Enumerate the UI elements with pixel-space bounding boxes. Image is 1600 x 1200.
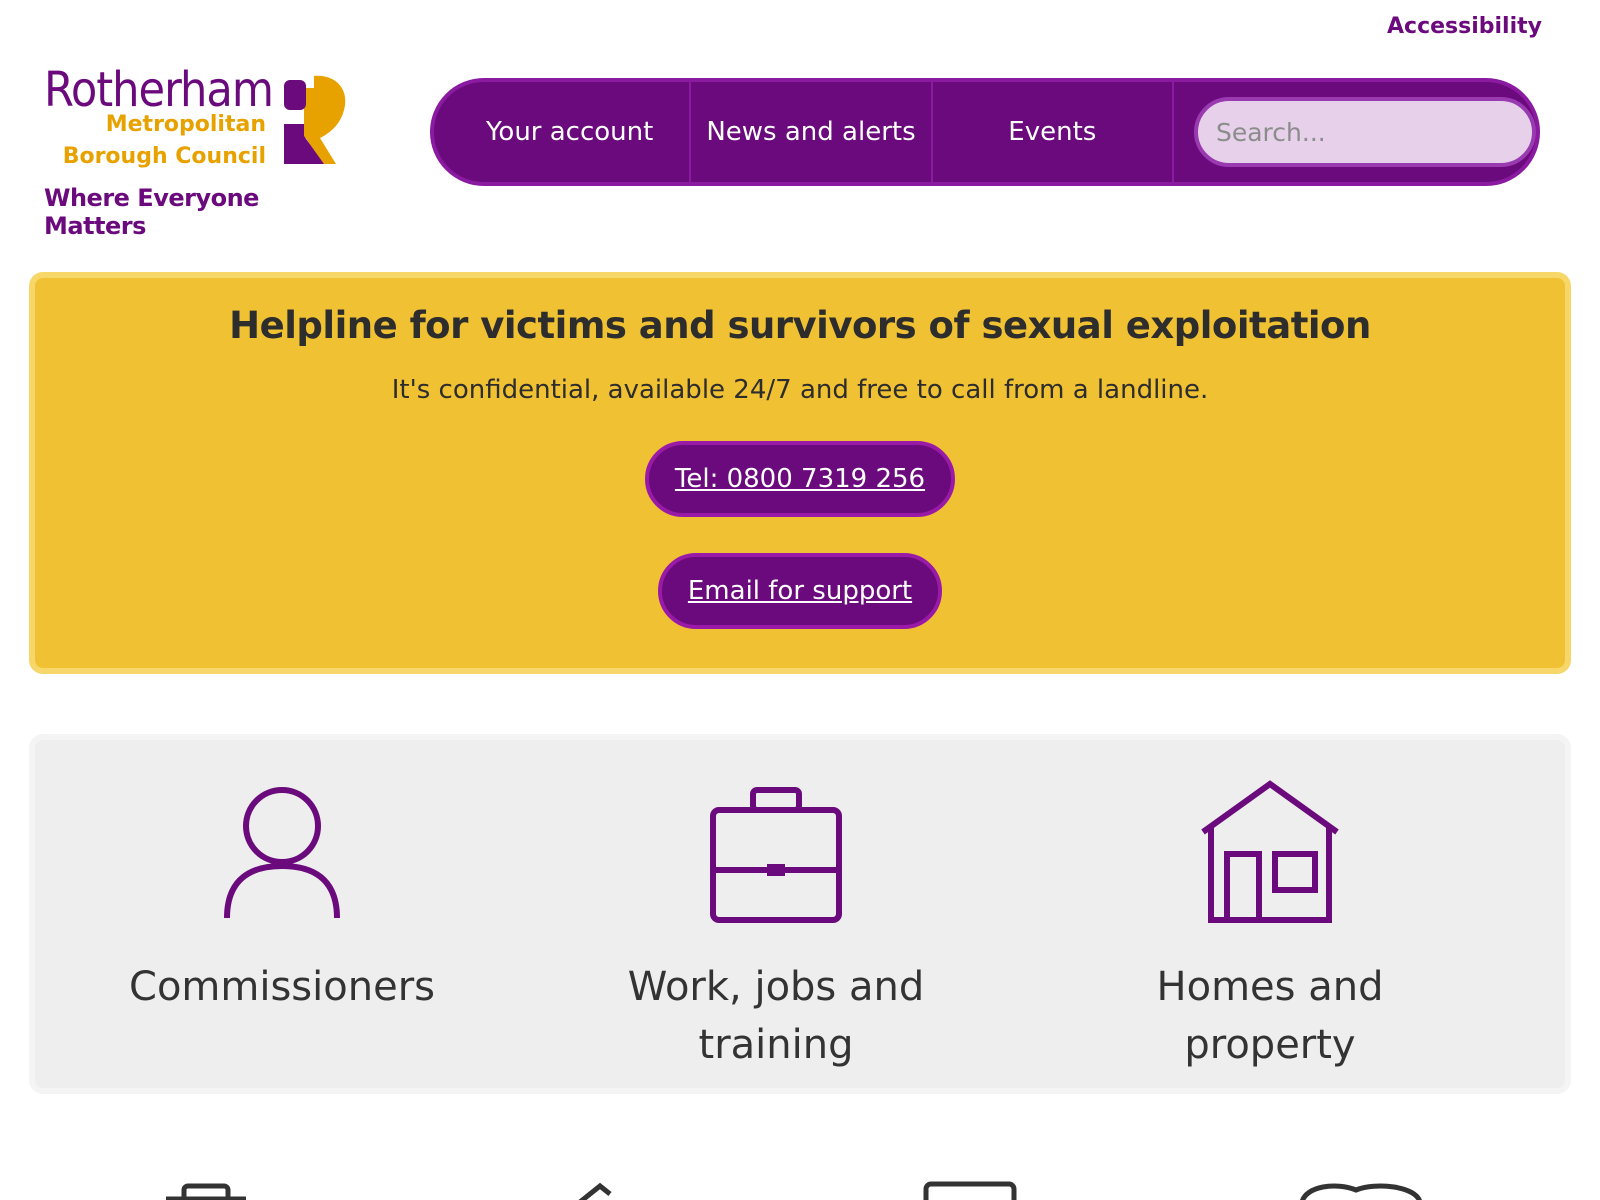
tile-commissioners[interactable]: Commissioners [35, 740, 529, 1088]
glasses-icon [1300, 1183, 1422, 1200]
logo-tagline: Where Everyone Matters [44, 184, 259, 240]
person-icon [224, 787, 340, 919]
clipboard-icon [166, 1183, 246, 1200]
search-box [1193, 97, 1536, 167]
email-support-button[interactable]: Email for support [657, 553, 943, 629]
nav-events[interactable]: Events [933, 82, 1174, 182]
logo-line-borough-council: Borough Council [62, 144, 266, 169]
briefcase-icon [710, 787, 842, 923]
council-logo[interactable]: Rotherham Metropolitan Borough Council W… [44, 62, 364, 240]
next-row-icons [0, 1180, 1600, 1200]
nav-your-account[interactable]: Your account [450, 82, 692, 182]
house-icon [1201, 780, 1339, 923]
tile-label: Commissioners [129, 964, 435, 1010]
pencil-icon [578, 1182, 612, 1200]
r-logo-mark-icon [284, 75, 346, 164]
monitor-icon [923, 1181, 1017, 1200]
logo-line-rotherham: Rotherham [44, 62, 274, 118]
tel-button[interactable]: Tel: 0800 7319 256 [644, 441, 956, 517]
accessibility-link[interactable]: Accessibility [1387, 14, 1542, 39]
tile-label: Homes and property [1156, 964, 1384, 1068]
logo-line-metropolitan: Metropolitan [105, 112, 266, 137]
nav-news-and-alerts[interactable]: News and alerts [691, 82, 933, 182]
service-tiles: Commissioners Work, jobs and training Ho… [29, 734, 1571, 1094]
tile-homes-property[interactable]: Homes and property [1023, 740, 1517, 1088]
search-input[interactable] [1215, 117, 1533, 147]
tile-label: Work, jobs and training [627, 964, 925, 1068]
main-navigation: Your account News and alerts Events [430, 78, 1540, 186]
helpline-alert: Helpline for victims and survivors of se… [29, 272, 1571, 674]
alert-body: It's confidential, available 24/7 and fr… [391, 375, 1209, 405]
alert-title: Helpline for victims and survivors of se… [229, 304, 1371, 347]
tile-work-jobs-training[interactable]: Work, jobs and training [529, 740, 1023, 1088]
